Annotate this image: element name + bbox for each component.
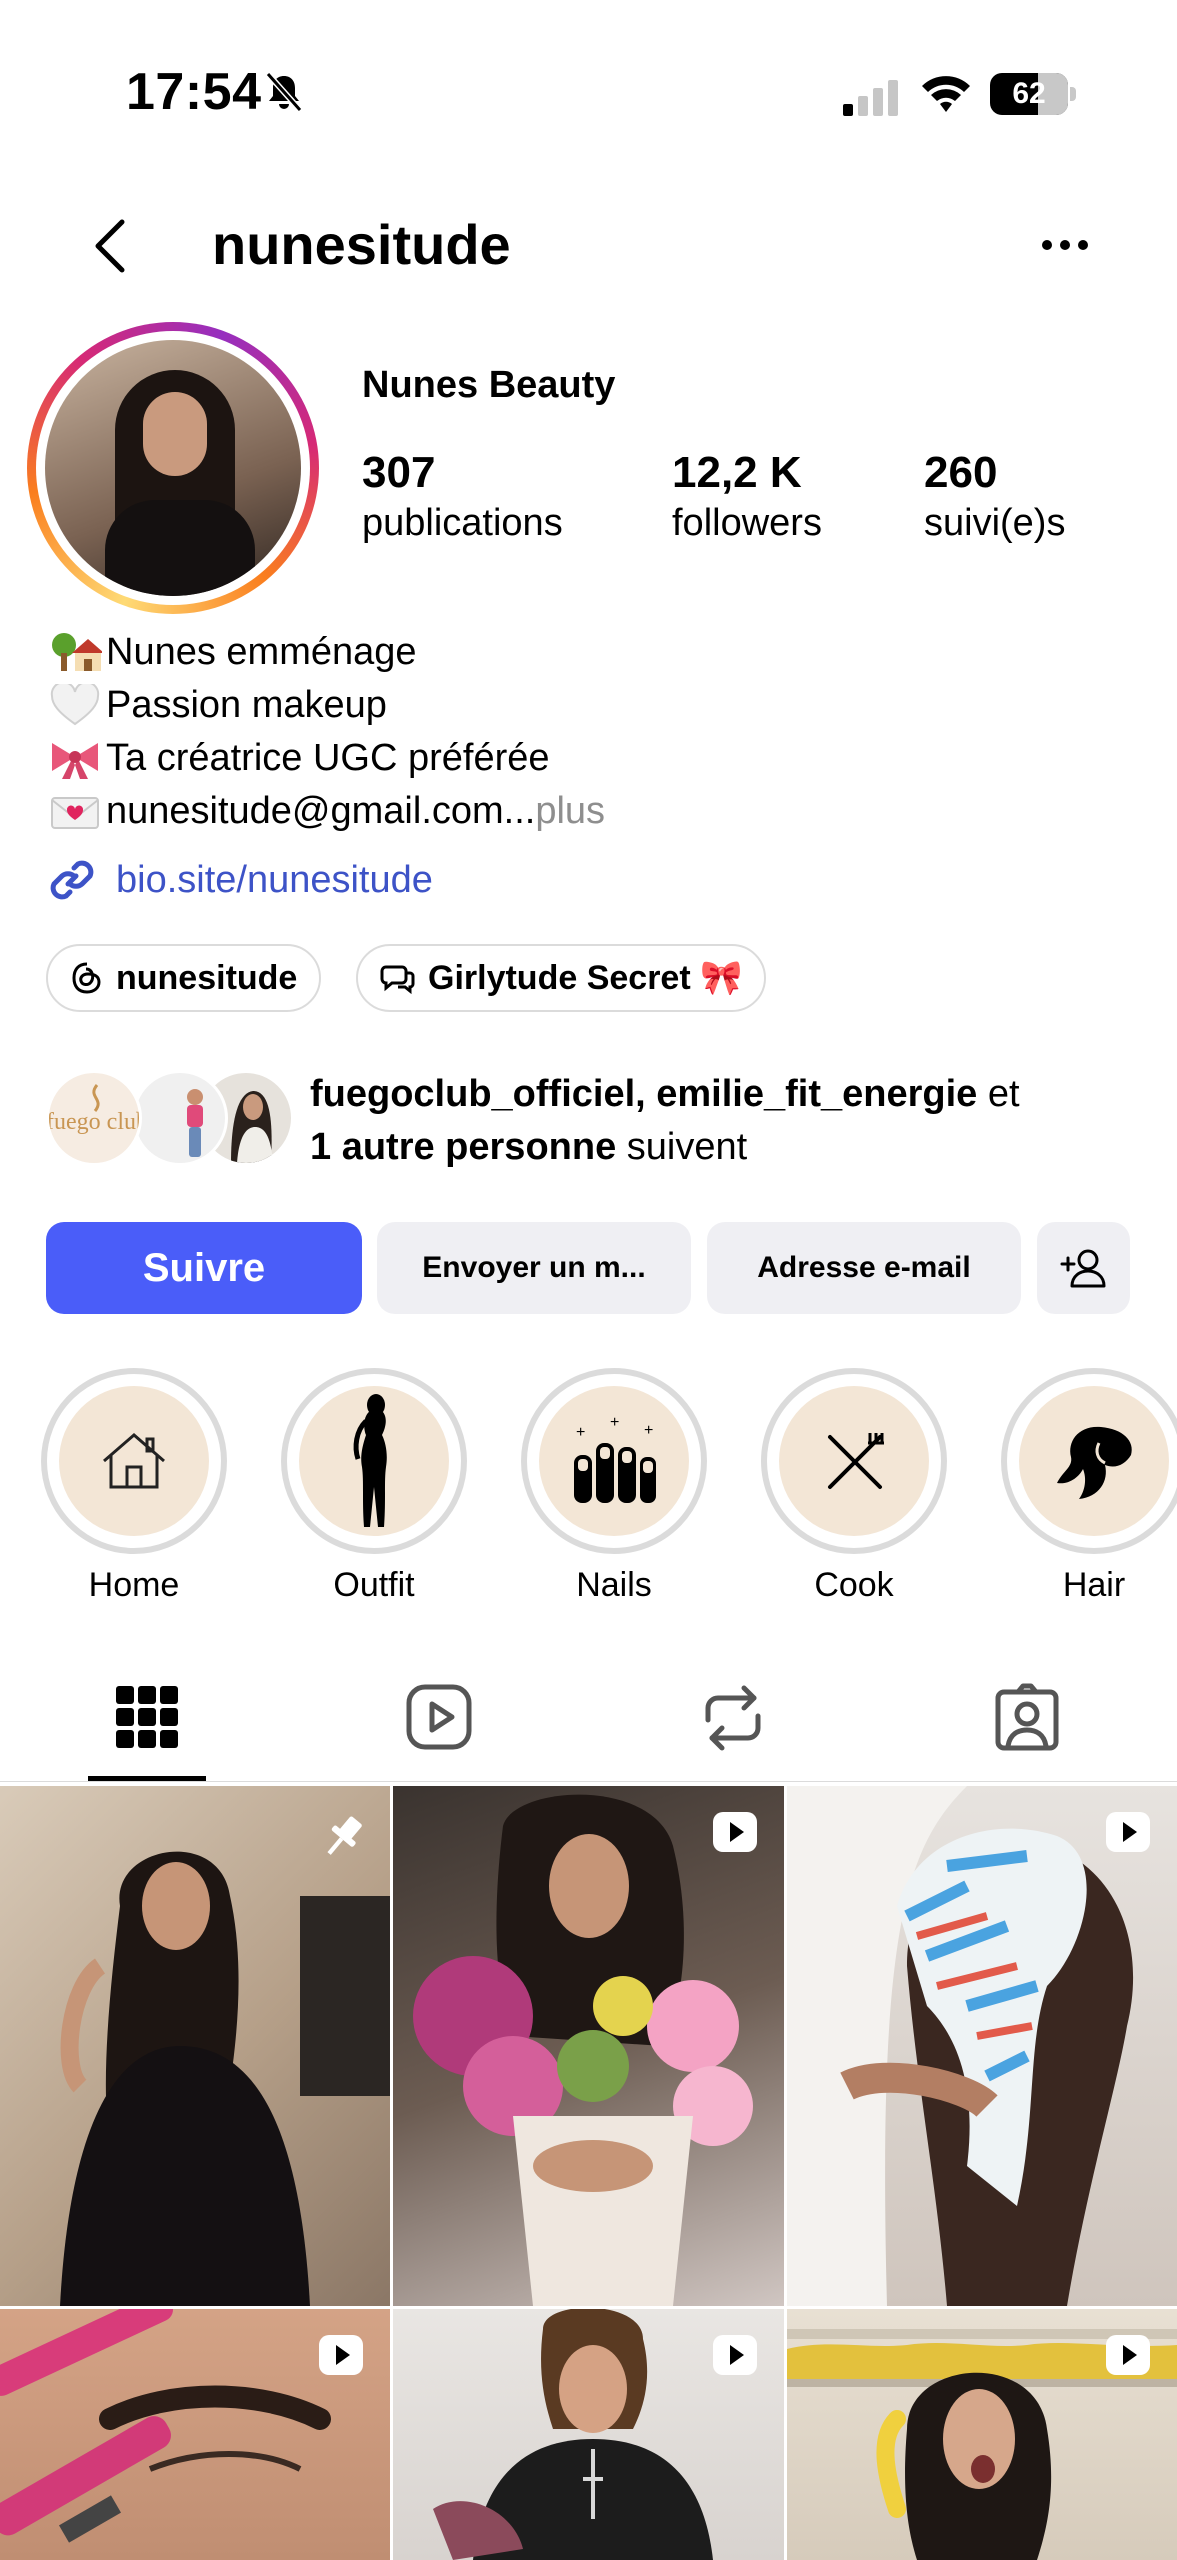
battery-level: 62: [1012, 77, 1046, 110]
threads-chip[interactable]: nunesitude: [46, 944, 322, 1012]
mutual-others: 1 autre personne: [310, 1126, 617, 1168]
mutual-followers[interactable]: fuego club fuegoclub_officiel, emilie_fi…: [46, 1068, 1146, 1178]
reel-badge-icon: [319, 2335, 363, 2375]
bio: Nunes emménage Passion makeup Ta créatri…: [48, 626, 605, 838]
mutual-followers-text: fuegoclub_officiel, emilie_fit_energie e…: [310, 1068, 1020, 1174]
highlight-label: Hair: [1062, 1566, 1126, 1604]
posts-grid: [0, 1786, 1177, 2560]
threads-chip-label: nunesitude: [116, 958, 298, 997]
stat-publications[interactable]: 307 publications: [362, 448, 563, 545]
back-chevron-icon[interactable]: [88, 216, 132, 276]
highlight-cook[interactable]: Cook: [759, 1368, 949, 1605]
profile-avatar[interactable]: [45, 340, 301, 596]
highlight-outfit[interactable]: Outfit: [279, 1368, 469, 1605]
tab-divider: [0, 1781, 1177, 1782]
highlight-label: Cook: [814, 1566, 894, 1604]
pin-icon: [327, 1816, 362, 1855]
status-time: 17:54: [126, 63, 262, 121]
tagged-icon[interactable]: [992, 1680, 1062, 1756]
status-bar: 17:54 62: [0, 0, 1177, 190]
chat-bubbles-icon: [380, 965, 415, 995]
reel-badge-icon: [713, 2335, 757, 2375]
mutual-avatar-emilie: [132, 1070, 228, 1166]
stat-followers[interactable]: 12,2 K followers: [672, 448, 822, 545]
add-user-icon: [1060, 1249, 1105, 1288]
stat-number: 12,2 K: [672, 448, 802, 497]
woman-silhouette-icon: [353, 1394, 387, 1527]
highlight-label: Outfit: [333, 1566, 415, 1604]
post-thumbnail[interactable]: [393, 1786, 784, 2306]
highlight-nails[interactable]: + + + Nails: [519, 1368, 709, 1605]
reposts-icon[interactable]: [698, 1680, 768, 1756]
post-thumbnail[interactable]: [787, 1786, 1177, 2306]
highlight-label: Nails: [576, 1566, 652, 1604]
love-letter-icon: [51, 796, 99, 829]
broadcast-chip-label: Girlytude Secret 🎀: [428, 959, 743, 997]
white-heart-icon: [50, 683, 100, 725]
more-options-icon[interactable]: [1040, 230, 1090, 260]
bio-line: Nunes emménage: [48, 626, 605, 679]
stat-label: publications: [362, 502, 563, 544]
highlight-home[interactable]: Home: [39, 1368, 229, 1605]
mutual-avatar-fuegoclub: fuego club: [46, 1070, 142, 1166]
message-button[interactable]: Envoyer un m...: [377, 1222, 691, 1314]
bio-text: Nunes emménage: [106, 631, 417, 673]
profile-username: nunesitude: [212, 213, 511, 276]
grid-icon[interactable]: [112, 1680, 182, 1756]
threads-icon: [72, 962, 101, 994]
svg-text:+: +: [576, 1424, 585, 1441]
bio-line: nunesitude@gmail.com... plus: [48, 785, 605, 838]
bio-line: Passion makeup: [48, 679, 605, 732]
post-thumbnail[interactable]: [0, 2309, 390, 2560]
reel-badge-icon: [1106, 2335, 1150, 2375]
reel-badge-icon: [1106, 1812, 1150, 1852]
stat-number: 260: [924, 448, 998, 497]
bio-text: Ta créatrice UGC préférée: [106, 737, 550, 779]
ribbon-icon: [52, 742, 98, 779]
mutual-connector: et: [977, 1073, 1020, 1115]
house-icon: [103, 1433, 165, 1489]
post-thumbnail[interactable]: [0, 1786, 390, 2306]
house-tree-icon: [52, 632, 102, 671]
follow-button[interactable]: Suivre: [46, 1222, 362, 1314]
bio-link[interactable]: bio.site/nunesitude: [46, 854, 433, 906]
fork-knife-icon: [828, 1433, 884, 1489]
reels-icon[interactable]: [404, 1680, 474, 1756]
bio-text: Passion makeup: [106, 684, 387, 726]
post-thumbnail[interactable]: [393, 2309, 784, 2560]
bio-line: Ta créatrice UGC préférée: [48, 732, 605, 785]
email-button[interactable]: Adresse e-mail: [707, 1222, 1021, 1314]
reel-badge-icon: [713, 1812, 757, 1852]
highlight-label: Home: [88, 1566, 180, 1604]
stat-following[interactable]: 260 suivi(e)s: [924, 448, 1065, 545]
post-thumbnail[interactable]: [787, 2309, 1177, 2560]
svg-text:+: +: [610, 1414, 619, 1431]
broadcast-channel-chip[interactable]: Girlytude Secret 🎀: [356, 944, 767, 1012]
cellular-signal-icon: [843, 80, 898, 116]
bio-more-link[interactable]: plus: [535, 785, 605, 838]
bio-text: nunesitude@gmail.com...: [106, 790, 536, 832]
story-ring[interactable]: [27, 322, 319, 614]
stat-number: 307: [362, 448, 436, 497]
stat-label: followers: [672, 502, 822, 544]
wifi-icon: [922, 76, 970, 112]
hair-icon: [1057, 1426, 1132, 1499]
display-name: Nunes Beauty: [362, 364, 616, 406]
stat-label: suivi(e)s: [924, 502, 1066, 544]
battery-indicator: 62: [990, 73, 1076, 115]
link-icon: [50, 860, 94, 900]
mutual-names: fuegoclub_officiel, emilie_fit_energie: [310, 1073, 978, 1115]
highlight-hair[interactable]: Hair: [999, 1368, 1177, 1605]
bell-muted-icon: [265, 72, 303, 112]
mutual-suffix: suivent: [616, 1126, 748, 1168]
fuegoclub-logo-text: fuego club: [49, 1109, 142, 1135]
svg-text:+: +: [644, 1422, 653, 1439]
nails-icon: + + +: [574, 1414, 656, 1503]
bio-link-text: bio.site/nunesitude: [116, 858, 433, 901]
suggested-users-button[interactable]: [1037, 1222, 1130, 1314]
